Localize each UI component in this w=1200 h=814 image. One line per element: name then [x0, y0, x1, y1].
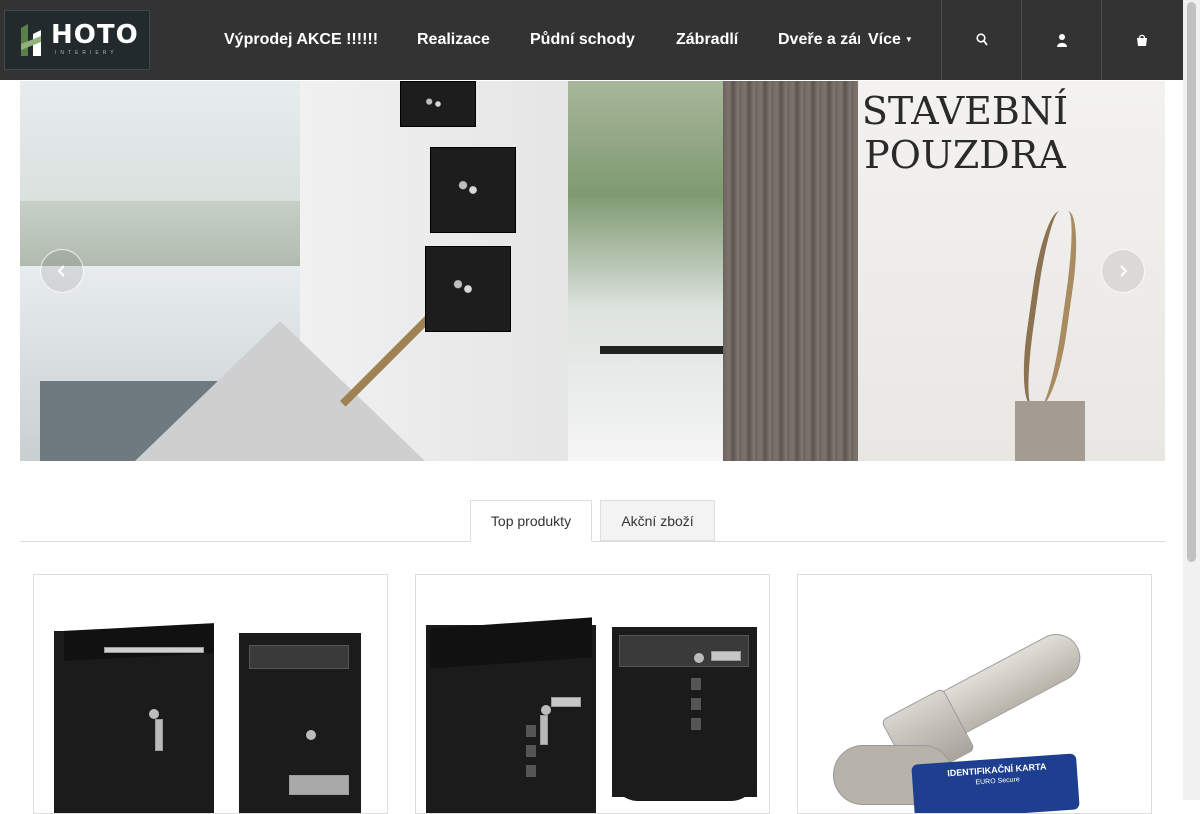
wall-art-2: [430, 147, 516, 233]
wall-art-3: [425, 246, 511, 332]
logo-mark-icon: [21, 24, 41, 56]
banner-table: [600, 346, 740, 354]
nav-item-vyprodej-akce[interactable]: Výprodej AKCE !!!!!!: [224, 0, 378, 80]
site-header: HOTO INTERIERY Výprodej AKCE !!!!!! Real…: [0, 0, 1183, 80]
user-icon: [1056, 34, 1067, 47]
banner-decor-triangle: [135, 321, 425, 461]
cart-icon: [1136, 34, 1147, 46]
nav-item-pudni-schody[interactable]: Půdní schody: [530, 0, 635, 80]
banner-next-button[interactable]: [1101, 249, 1145, 293]
banner-title-line2: POUZDRA: [864, 133, 1066, 177]
banner-sliding-door: [723, 81, 858, 461]
search-icon: [975, 33, 988, 46]
tabs-divider: [20, 541, 1165, 542]
product-card[interactable]: [415, 574, 770, 814]
chevron-left-icon: [57, 265, 65, 277]
nav-more-label: Více: [868, 31, 901, 49]
cart-button[interactable]: [1101, 0, 1181, 80]
search-button[interactable]: [941, 0, 1021, 80]
banner-title: STAVEBNÍ POUZDRA: [840, 89, 1090, 177]
banner-title-line1: STAVEBNÍ: [861, 89, 1069, 133]
chevron-right-icon: [1120, 265, 1128, 277]
nav-item-realizace[interactable]: Realizace: [417, 0, 490, 80]
user-button[interactable]: [1021, 0, 1101, 80]
nav-more-menu[interactable]: Více ▼: [860, 0, 919, 80]
banner-prev-button[interactable]: [40, 249, 84, 293]
banner-garden-view: [568, 81, 723, 461]
hero-banner[interactable]: STAVEBNÍ POUZDRA: [20, 81, 1165, 461]
identification-card: IDENTIFIKAČNÍ KARTA EURO Secure: [911, 753, 1080, 813]
product-card[interactable]: IDENTIFIKAČNÍ KARTA EURO Secure: [797, 574, 1152, 814]
product-card[interactable]: [33, 574, 388, 814]
tab-akcni-zbozi[interactable]: Akční zboží: [600, 500, 715, 541]
wall-art-1: [400, 81, 476, 127]
site-logo[interactable]: HOTO INTERIERY: [4, 10, 150, 70]
scrollbar-thumb[interactable]: [1187, 2, 1196, 562]
nav-item-dvere-a-zarubne[interactable]: Dveře a zárubně: [778, 0, 860, 80]
logo-text: HOTO: [51, 20, 139, 50]
logo-subtitle: INTERIERY: [55, 50, 118, 56]
banner-decor-vase: [1015, 401, 1085, 461]
nav-item-zabradli[interactable]: Zábradlí: [676, 0, 738, 80]
chevron-down-icon: ▼: [904, 35, 913, 44]
main-nav: Výprodej AKCE !!!!!! Realizace Půdní sch…: [204, 0, 924, 80]
tab-top-produkty[interactable]: Top produkty: [470, 500, 592, 542]
